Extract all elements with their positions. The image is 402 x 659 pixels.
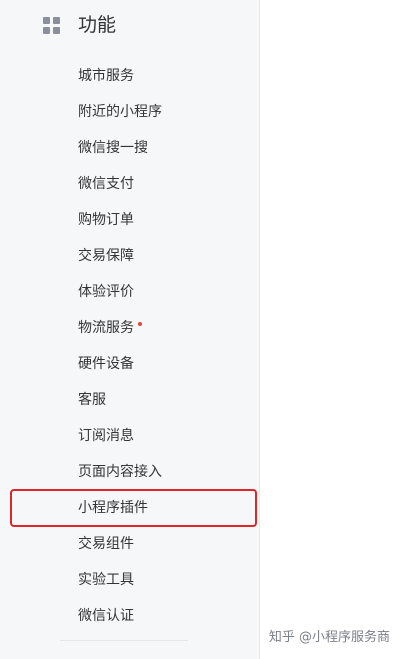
menu-item-city-services[interactable]: 城市服务 bbox=[0, 58, 259, 94]
menu-item-label: 实验工具 bbox=[78, 572, 134, 588]
menu-item-label: 购物订单 bbox=[78, 212, 134, 228]
menu-item-label: 页面内容接入 bbox=[78, 464, 162, 480]
menu-item-label: 客服 bbox=[78, 392, 106, 408]
sidebar-divider bbox=[259, 0, 260, 659]
menu-item-hardware-devices[interactable]: 硬件设备 bbox=[0, 346, 259, 382]
menu-item-shopping-orders[interactable]: 购物订单 bbox=[0, 202, 259, 238]
menu-item-label: 交易组件 bbox=[78, 536, 134, 552]
menu-item-label: 微信搜一搜 bbox=[78, 140, 148, 156]
menu-item-label: 体验评价 bbox=[78, 284, 134, 300]
menu-item-nearby-mini-programs[interactable]: 附近的小程序 bbox=[0, 94, 259, 130]
menu-item-label: 附近的小程序 bbox=[78, 104, 162, 120]
menu-item-label: 物流服务 bbox=[78, 320, 134, 336]
menu-item-wechat-verification[interactable]: 微信认证 bbox=[0, 598, 259, 634]
section-title: 功能 bbox=[78, 14, 117, 36]
menu-item-wechat-pay[interactable]: 微信支付 bbox=[0, 166, 259, 202]
section-header-features[interactable]: 功能 bbox=[0, 0, 259, 52]
menu-item-mini-program-plugins[interactable]: 小程序插件 bbox=[0, 490, 259, 526]
menu-item-page-content-access[interactable]: 页面内容接入 bbox=[0, 454, 259, 490]
feature-menu: 城市服务 附近的小程序 微信搜一搜 微信支付 购物订单 交易保障 体验评价 物流… bbox=[0, 58, 259, 634]
grid-icon bbox=[43, 17, 60, 34]
menu-item-label: 交易保障 bbox=[78, 248, 134, 264]
menu-item-transaction-components[interactable]: 交易组件 bbox=[0, 526, 259, 562]
menu-item-experiment-tools[interactable]: 实验工具 bbox=[0, 562, 259, 598]
new-badge-dot bbox=[138, 322, 142, 326]
menu-item-logistics-services[interactable]: 物流服务 bbox=[0, 310, 259, 346]
menu-item-label: 微信支付 bbox=[78, 176, 134, 192]
menu-item-label: 微信认证 bbox=[78, 608, 134, 624]
menu-bottom-divider bbox=[60, 640, 188, 641]
menu-item-label: 小程序插件 bbox=[78, 500, 148, 516]
menu-item-label: 城市服务 bbox=[78, 68, 134, 84]
menu-item-label: 硬件设备 bbox=[78, 356, 134, 372]
menu-item-subscription-messages[interactable]: 订阅消息 bbox=[0, 418, 259, 454]
menu-item-experience-rating[interactable]: 体验评价 bbox=[0, 274, 259, 310]
sidebar: 功能 城市服务 附近的小程序 微信搜一搜 微信支付 购物订单 交易保障 体验评价… bbox=[0, 0, 259, 659]
menu-item-label-wrap: 物流服务 bbox=[78, 310, 142, 346]
menu-item-transaction-guarantee[interactable]: 交易保障 bbox=[0, 238, 259, 274]
menu-item-customer-service[interactable]: 客服 bbox=[0, 382, 259, 418]
menu-item-wechat-search[interactable]: 微信搜一搜 bbox=[0, 130, 259, 166]
watermark: 知乎 @小程序服务商 bbox=[268, 630, 390, 645]
menu-item-label: 订阅消息 bbox=[78, 428, 134, 444]
